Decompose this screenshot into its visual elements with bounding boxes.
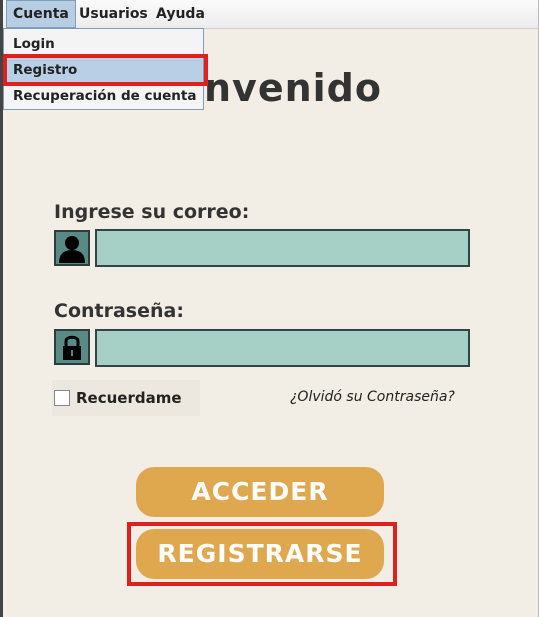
menu-usuarios[interactable]: Usuarios [73,0,154,28]
lock-icon [54,329,90,365]
registro-highlight-box [3,54,208,86]
menu-bar: Cuenta Usuarios Ayuda [3,0,538,29]
remember-label[interactable]: Recuerdame [76,389,182,407]
password-label: Contraseña: [54,300,184,322]
forgot-password-link[interactable]: ¿Olvidó su Contraseña? [290,389,455,405]
login-button[interactable]: ACCEDER [136,467,384,517]
email-field[interactable] [95,229,470,267]
password-field[interactable] [95,329,470,367]
menu-item-recuperacion[interactable]: Recuperación de cuenta [4,83,203,109]
menu-cuenta[interactable]: Cuenta [6,0,76,28]
register-highlight-box [127,522,397,586]
menu-ayuda[interactable]: Ayuda [150,0,211,28]
user-icon [54,230,90,266]
remember-checkbox[interactable] [54,390,70,406]
email-label: Ingrese su correo: [54,201,250,223]
page-title: nvenido [204,66,382,110]
